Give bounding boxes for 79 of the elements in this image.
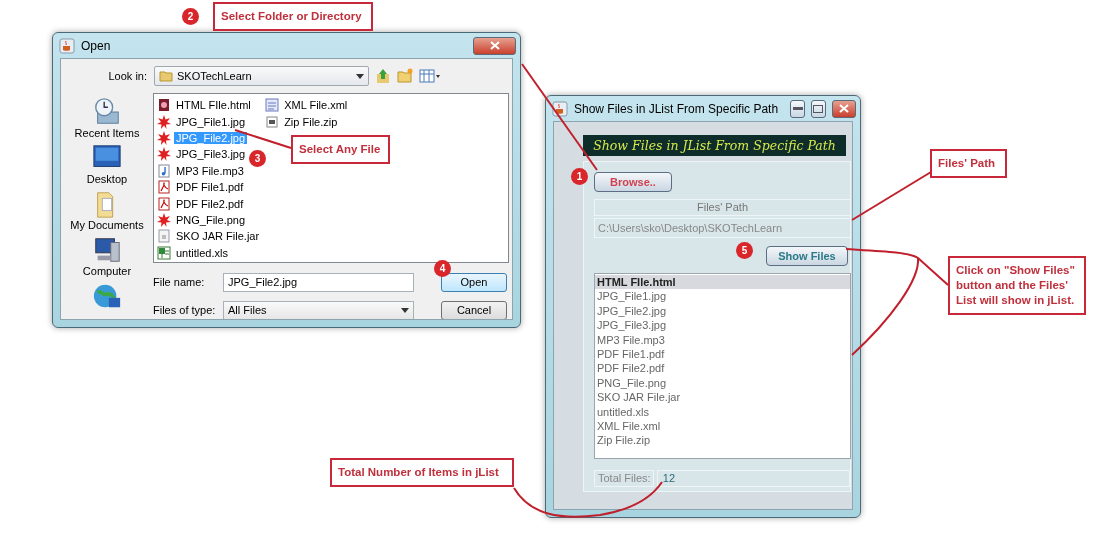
document-icon xyxy=(157,98,171,113)
place-label[interactable]: Computer xyxy=(82,265,132,277)
total-files-label: Total Files: xyxy=(594,470,654,487)
splat-icon xyxy=(157,212,171,227)
archive-icon xyxy=(265,114,280,129)
heading-banner: Show Files in JList From Specific Path xyxy=(583,135,846,156)
coffee-cup-icon xyxy=(552,100,568,117)
splat-icon xyxy=(157,114,171,129)
callout: Click on "Show Files" button and the Files' List will show in jList. xyxy=(948,256,1086,315)
file-item[interactable]: XML File.xml xyxy=(282,99,350,112)
coffee-cup-icon xyxy=(59,37,75,54)
list-item[interactable]: JPG_File1.jpg xyxy=(595,289,850,304)
list-item[interactable]: PDF File2.pdf xyxy=(595,361,850,376)
computer-icon xyxy=(92,235,122,265)
file-item[interactable]: MP3 File.mp3 xyxy=(174,164,246,177)
splat-icon xyxy=(157,130,171,145)
callout: Files' Path xyxy=(930,149,1007,178)
file-name-label: File name: xyxy=(153,276,206,288)
browse-button[interactable]: Browse.. xyxy=(594,172,672,192)
callout: Select Folder or Directory xyxy=(213,2,373,31)
splat-icon xyxy=(157,147,171,162)
document-icon xyxy=(157,229,171,244)
file-item[interactable]: untitled.xls xyxy=(174,246,230,259)
place-label[interactable]: Desktop xyxy=(86,173,128,185)
step-number: 2 xyxy=(182,8,199,25)
file-item[interactable]: PNG_File.png xyxy=(174,213,248,226)
path-label: Files' Path xyxy=(594,199,851,216)
folder-icon xyxy=(159,69,173,83)
callout: Total Number of Items in jList xyxy=(330,458,514,487)
list-item[interactable]: untitled.xls xyxy=(595,404,850,419)
view-menu-icon[interactable] xyxy=(419,68,441,84)
close-button[interactable] xyxy=(831,99,856,118)
close-icon xyxy=(838,104,849,113)
list-item[interactable]: Zip File.zip xyxy=(595,433,850,448)
up-folder-icon[interactable] xyxy=(375,68,391,84)
list-item[interactable]: HTML FIle.html xyxy=(595,275,850,290)
look-in-label: Look in: xyxy=(107,70,147,82)
file-item[interactable]: SKO JAR File.jar xyxy=(174,230,262,243)
list-item[interactable]: JPG_File2.jpg xyxy=(595,303,850,319)
music-note-icon xyxy=(157,163,171,178)
window-title: Show Files in JList From Specific Path xyxy=(574,101,779,116)
window-title: Open xyxy=(81,38,111,53)
maximize-button[interactable] xyxy=(811,99,826,118)
pdf-icon xyxy=(157,180,171,195)
file-item[interactable]: Zip File.zip xyxy=(282,115,340,128)
document-icon xyxy=(265,98,280,113)
list-item[interactable]: PNG_File.png xyxy=(595,375,850,391)
open-button[interactable]: Open xyxy=(441,272,507,292)
path-field: C:\Users\sko\Desktop\SKOTechLearn xyxy=(594,218,851,238)
file-item[interactable]: HTML FIle.html xyxy=(174,99,253,112)
minimize-icon xyxy=(792,106,803,111)
file-type-dropdown[interactable]: All Files xyxy=(223,300,414,319)
total-files-field: 12 xyxy=(656,470,850,487)
caret-icon xyxy=(356,73,364,79)
look-in-dropdown[interactable]: SKOTechLearn xyxy=(154,66,369,86)
file-type-label: Files of type: xyxy=(153,304,217,316)
spreadsheet-icon xyxy=(157,245,171,260)
list-item[interactable]: PDF File1.pdf xyxy=(595,346,850,362)
clock-icon xyxy=(92,97,122,127)
file-item[interactable]: PDF File1.pdf xyxy=(174,181,246,194)
list-item[interactable]: MP3 File.mp3 xyxy=(595,332,850,347)
cancel-button[interactable]: Cancel xyxy=(441,300,507,319)
list-item[interactable]: SKO JAR File.jar xyxy=(595,390,850,405)
place-label[interactable]: Recent Items xyxy=(74,127,140,139)
show-files-button[interactable]: Show Files xyxy=(766,246,848,266)
caret-icon xyxy=(401,307,409,313)
file-name-field[interactable]: JPG_File2.jpg xyxy=(223,272,414,292)
list-item[interactable]: JPG_File3.jpg xyxy=(595,318,850,333)
place-label[interactable]: My Documents xyxy=(70,219,144,231)
close-button[interactable] xyxy=(473,36,516,55)
close-icon xyxy=(489,41,500,50)
file-item[interactable]: JPG_File3.jpg xyxy=(174,148,248,161)
file-item[interactable]: PDF File2.pdf xyxy=(174,197,246,210)
pdf-icon xyxy=(157,196,171,211)
minimize-button[interactable] xyxy=(790,99,805,118)
callout: Select Any File xyxy=(291,135,390,164)
maximize-icon xyxy=(813,104,824,113)
file-item[interactable]: JPG_File1.jpg xyxy=(174,115,248,128)
list-item[interactable]: XML File.xml xyxy=(595,418,850,434)
